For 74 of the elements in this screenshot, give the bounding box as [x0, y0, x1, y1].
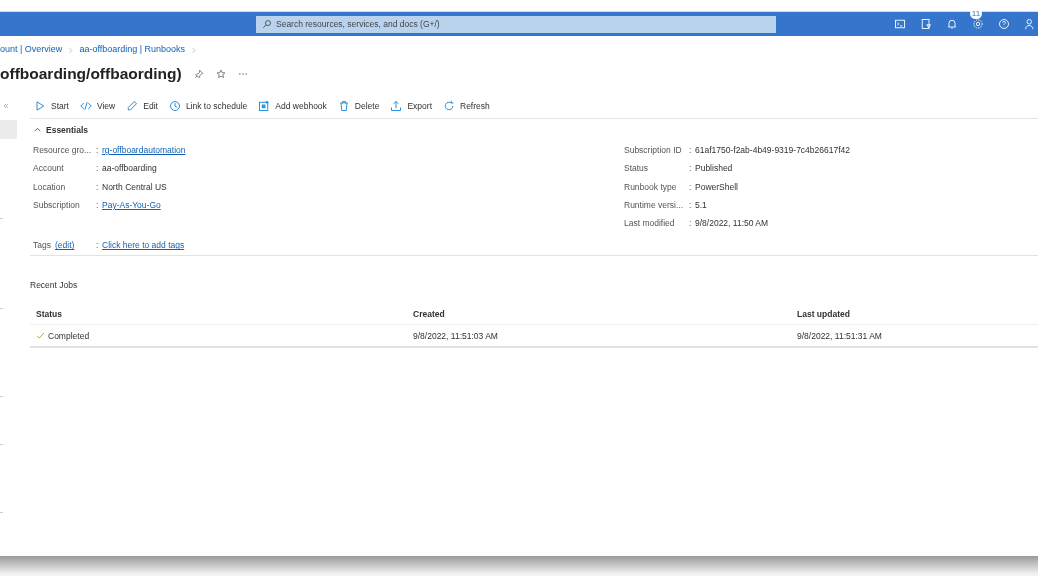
colon-separator: : [689, 181, 693, 192]
table-cell-text: 9/8/2022, 11:51:03 AM [413, 331, 499, 341]
colon-separator: : [96, 145, 100, 156]
field-value: aa-offboarding [102, 163, 157, 174]
page-title: offboarding/offbaording) [0, 65, 182, 83]
settings-icon[interactable] [972, 18, 984, 30]
field-link[interactable]: Pay-As-You-Go [102, 200, 161, 211]
essentials-toggle[interactable]: Essentials [30, 123, 89, 136]
column-header: Created [413, 309, 446, 319]
toolbar-button[interactable]: Edit [126, 100, 158, 112]
field-label: Runbook type [624, 181, 678, 192]
colon-separator: : [689, 145, 693, 156]
field-label: Status [624, 163, 650, 174]
tags-label: Tags [33, 240, 51, 251]
chevron-right-icon [190, 45, 198, 53]
section-heading: Recent Jobs [30, 280, 79, 293]
breadcrumb-link[interactable]: aa-offboarding | Runbooks [79, 44, 186, 54]
breadcrumb-link[interactable]: ount | Overview [0, 44, 63, 54]
check-icon [36, 331, 45, 341]
toolbar-button[interactable]: Start [34, 100, 69, 112]
field-label: Location [33, 181, 67, 192]
toolbar-button[interactable]: Add webhook [258, 100, 327, 112]
field-value: 61af1750-f2ab-4b49-9319-7c4b26617f42 [695, 145, 851, 156]
colon-separator: : [96, 240, 100, 251]
edit-link[interactable]: (edit) [54, 240, 75, 251]
pin-icon[interactable] [193, 69, 204, 79]
column-header: Status [35, 309, 63, 319]
clock-icon [168, 100, 181, 112]
terminal-icon[interactable] [894, 18, 906, 30]
field-label: Resource gro... [33, 145, 93, 156]
add-tags-link[interactable]: Click here to add tags [102, 240, 185, 251]
person-icon[interactable] [1024, 18, 1036, 30]
field-label: Account [33, 163, 65, 174]
toolbar-button[interactable]: Refresh [443, 100, 490, 112]
collapse-icon[interactable] [2, 102, 10, 110]
field-link[interactable]: rg-offboardautomation [102, 145, 186, 156]
field-value: North Central US [102, 181, 167, 192]
trash-icon [337, 100, 350, 112]
colon-separator: : [96, 181, 100, 192]
notification-badge: 11 [970, 8, 982, 19]
colon-separator: : [689, 163, 693, 174]
field-value: PowerShell [695, 181, 738, 192]
field-value: 5.1 [695, 200, 707, 211]
colon-separator: : [96, 200, 100, 211]
toolbar-button[interactable]: View [79, 100, 116, 112]
caret-icon [33, 125, 42, 134]
play-icon [34, 100, 46, 112]
column-header: Last updated [797, 309, 850, 319]
upload-icon [390, 100, 403, 112]
pencil-icon [126, 100, 139, 112]
search-icon [262, 18, 272, 29]
field-label: Runtime versi... [624, 200, 685, 211]
feedback-icon[interactable] [920, 18, 932, 30]
table-cell: 9/8/2022, 11:51:31 AM [797, 331, 882, 341]
toolbar-button[interactable]: Export [390, 100, 432, 112]
field-value: Published [695, 163, 733, 174]
table-cell: Completed [48, 331, 90, 341]
star-icon[interactable] [215, 69, 226, 79]
field-label: Subscription ID [624, 145, 683, 156]
chevron-right-icon [67, 45, 75, 53]
toolbar-button[interactable]: Link to schedule [168, 100, 248, 112]
help-icon[interactable] [998, 18, 1010, 30]
webhook-icon [258, 100, 271, 112]
colon-separator: : [96, 163, 100, 174]
refresh-icon [443, 100, 455, 112]
code-icon [79, 100, 92, 112]
search-field[interactable]: Search resources, services, and docs (G+/) [256, 15, 776, 33]
toolbar-button[interactable]: Delete [337, 100, 380, 112]
field-value: 9/8/2022, 11:50 AM [695, 218, 769, 229]
field-label: Subscription [33, 200, 81, 211]
colon-separator: : [689, 218, 693, 229]
field-label: Last modified [624, 218, 676, 229]
bell-icon[interactable] [946, 18, 958, 30]
colon-separator: : [689, 200, 693, 211]
